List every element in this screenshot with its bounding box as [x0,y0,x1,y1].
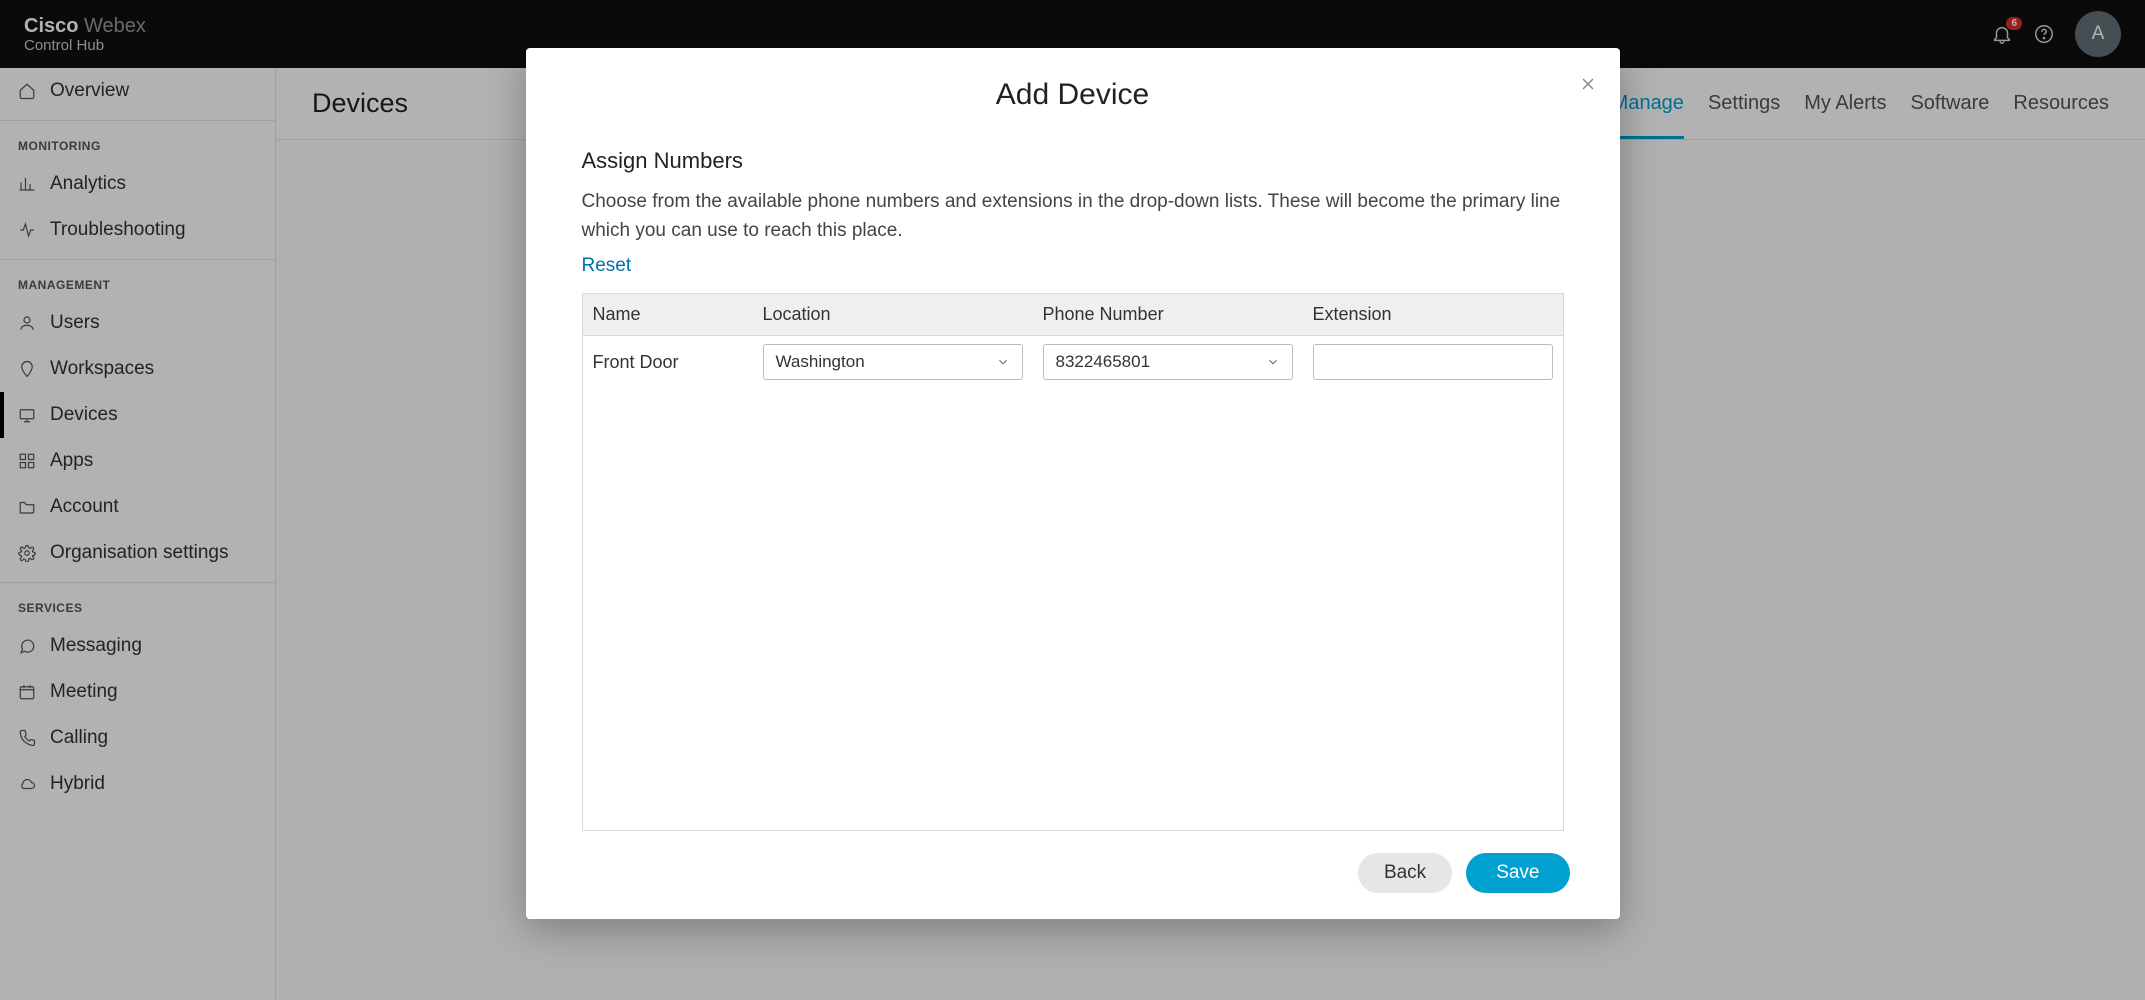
phone-number-select[interactable]: 8322465801 [1043,344,1293,380]
save-button[interactable]: Save [1466,853,1569,893]
column-header-phone: Phone Number [1033,294,1303,335]
chevron-down-icon [996,355,1010,369]
reset-link[interactable]: Reset [582,255,632,277]
table-row: Front Door Washington 8322465801 [583,336,1563,388]
close-button[interactable] [1578,74,1598,94]
column-header-extension: Extension [1303,294,1563,335]
close-icon [1578,74,1598,94]
add-device-modal: Add Device Assign Numbers Choose from th… [526,48,1620,919]
back-button[interactable]: Back [1358,853,1452,893]
location-selected-value: Washington [776,352,865,372]
chevron-down-icon [1266,355,1280,369]
table-header-row: Name Location Phone Number Extension [583,294,1563,336]
location-select[interactable]: Washington [763,344,1023,380]
column-header-name: Name [583,294,753,335]
column-header-location: Location [753,294,1033,335]
section-description: Choose from the available phone numbers … [582,188,1564,245]
phone-selected-value: 8322465801 [1056,352,1151,372]
assign-numbers-table: Name Location Phone Number Extension Fro… [582,293,1564,831]
row-name: Front Door [583,352,753,373]
extension-input[interactable] [1313,344,1553,380]
modal-title: Add Device [576,78,1570,112]
section-title: Assign Numbers [582,148,1564,174]
